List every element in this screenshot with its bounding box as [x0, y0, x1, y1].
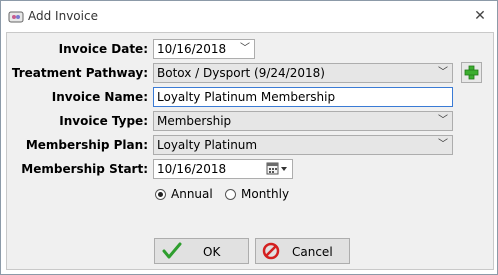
membership-start-label: Membership Start: — [21, 162, 148, 176]
calendar-icon[interactable] — [266, 162, 288, 176]
membership-plan-label: Membership Plan: — [25, 138, 148, 152]
treatment-pathway-value: Botox / Dysport (9/24/2018) — [157, 66, 325, 80]
ok-button-label: OK — [203, 245, 221, 259]
membership-plan-value: Loyalty Platinum — [157, 138, 258, 152]
treatment-pathway-dropdown[interactable]: Botox / Dysport (9/24/2018) ﹀ — [153, 63, 453, 83]
treatment-pathway-label: Treatment Pathway: — [11, 66, 148, 80]
invoice-date-label: Invoice Date: — [58, 42, 148, 56]
window-title: Add Invoice — [28, 9, 98, 23]
plus-icon — [464, 65, 479, 80]
invoice-name-label: Invoice Name: — [51, 90, 148, 104]
chevron-down-icon: ﹀ — [438, 139, 448, 150]
invoice-type-dropdown[interactable]: Membership ﹀ — [153, 111, 453, 131]
chevron-down-icon: ﹀ — [240, 43, 250, 54]
close-button[interactable]: ✕ — [471, 7, 489, 25]
annual-radio-label: Annual — [171, 187, 213, 201]
add-pathway-button[interactable] — [461, 62, 482, 83]
invoice-type-label: Invoice Type: — [59, 114, 148, 128]
invoice-date-dropdown[interactable]: 10/16/2018 ﹀ — [153, 39, 255, 59]
chevron-down-icon: ﹀ — [438, 115, 448, 126]
membership-start-date-picker[interactable]: 10/16/2018 — [153, 159, 293, 179]
invoice-date-value: 10/16/2018 — [157, 42, 227, 56]
add-invoice-dialog: Add Invoice ✕ Invoice Date: 10/16/2018 ﹀… — [0, 0, 498, 275]
close-icon: ✕ — [474, 8, 486, 24]
monthly-radio[interactable] — [225, 189, 236, 200]
cancel-icon — [262, 242, 280, 260]
cancel-button[interactable]: Cancel — [255, 238, 350, 264]
title-bar: Add Invoice ✕ — [1, 1, 497, 32]
chevron-down-icon: ﹀ — [438, 67, 448, 78]
invoice-name-input[interactable] — [153, 87, 453, 107]
cancel-button-label: Cancel — [292, 245, 333, 259]
ok-button[interactable]: OK — [154, 238, 249, 264]
invoice-type-value: Membership — [157, 114, 232, 128]
app-icon — [8, 11, 24, 23]
annual-radio[interactable] — [155, 189, 166, 200]
checkmark-icon — [162, 242, 182, 259]
membership-plan-dropdown[interactable]: Loyalty Platinum ﹀ — [153, 135, 453, 155]
monthly-radio-label: Monthly — [241, 187, 290, 201]
membership-start-value: 10/16/2018 — [157, 162, 227, 176]
dialog-body: Invoice Date: 10/16/2018 ﹀ Treatment Pat… — [6, 32, 494, 270]
